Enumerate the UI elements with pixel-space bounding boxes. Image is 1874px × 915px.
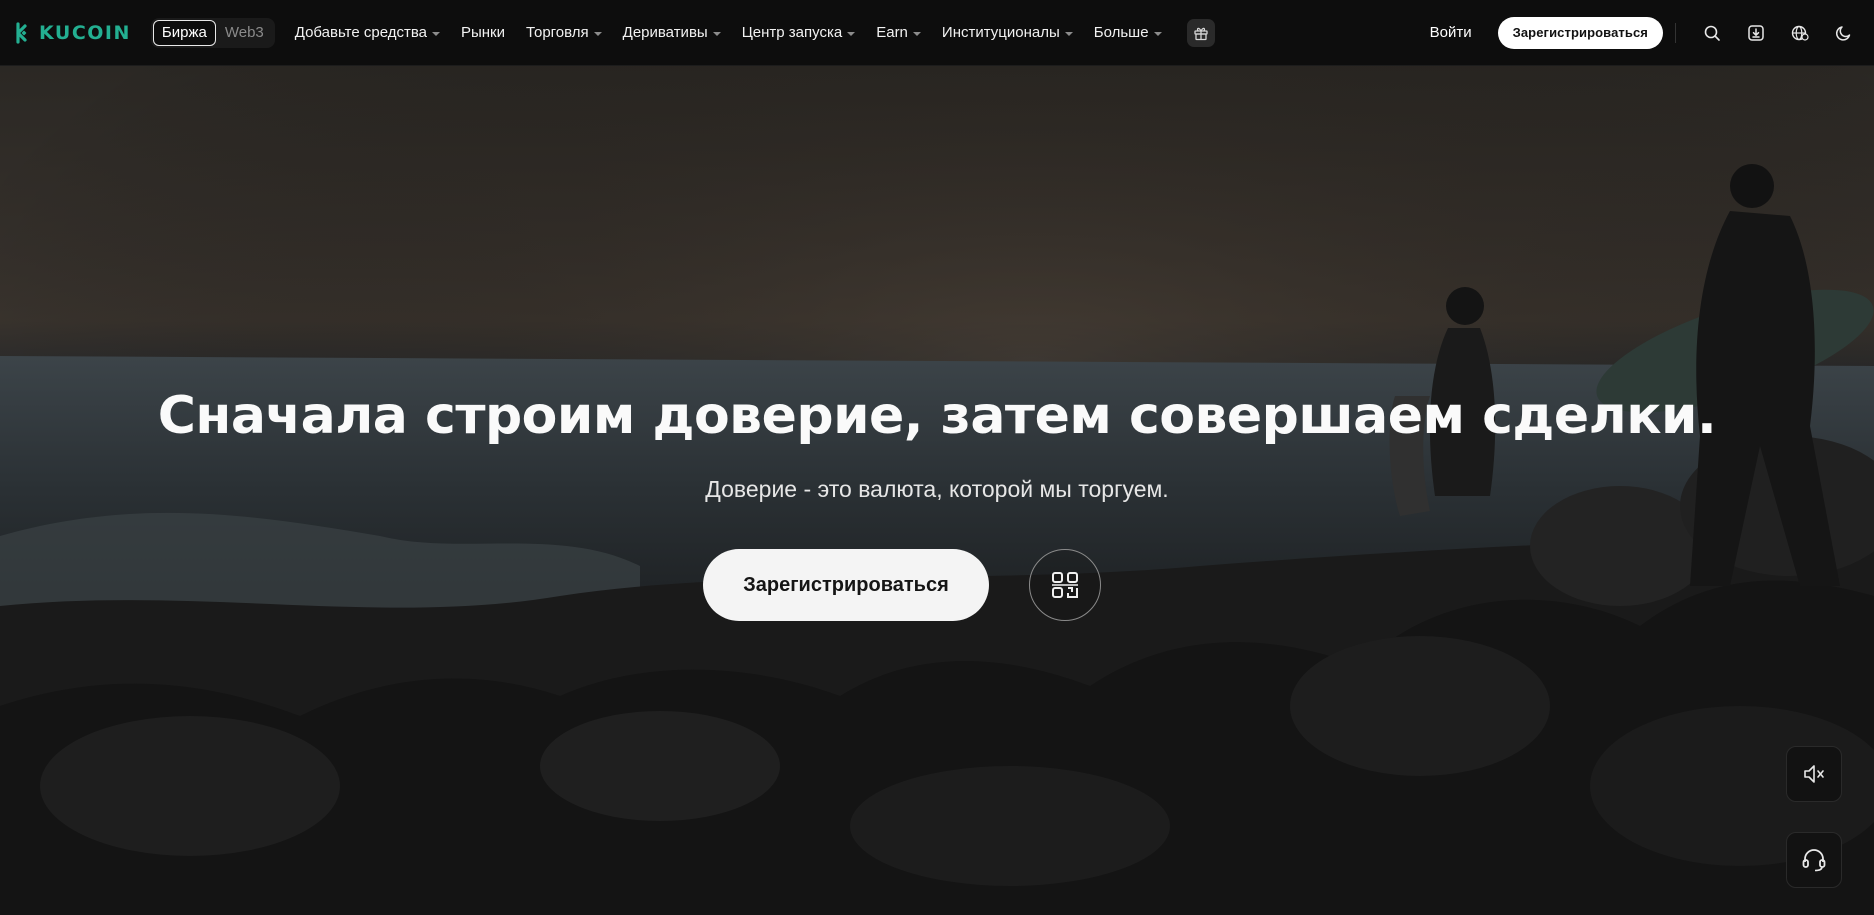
nav-institutional[interactable]: Институционалы (942, 24, 1073, 41)
chevron-down-icon (712, 31, 721, 36)
gift-icon (1193, 27, 1208, 40)
hero-register-button[interactable]: Зарегистрироваться (703, 549, 989, 621)
speaker-mute-icon (1804, 765, 1824, 783)
theme-moon-icon (1836, 25, 1851, 41)
hero-title: Сначала строим доверие, затем совершаем … (157, 386, 1717, 446)
product-switcher: Биржа Web3 (150, 17, 275, 48)
sound-toggle-button[interactable] (1786, 746, 1842, 802)
hero-section: Сначала строим доверие, затем совершаем … (0, 66, 1874, 915)
qr-code-icon (1052, 572, 1078, 598)
theme-toggle-button[interactable] (1830, 19, 1858, 47)
headset-icon (1802, 849, 1826, 872)
search-button[interactable] (1698, 19, 1726, 47)
chevron-down-icon (912, 31, 921, 36)
nav-institutional-label: Институционалы (941, 24, 1060, 41)
nav-derivatives[interactable]: Деривативы (623, 24, 721, 41)
chevron-down-icon (593, 31, 602, 36)
nav-add-funds-label: Добавьте средства (294, 24, 427, 41)
nav-launch-center-label: Центр запуска (741, 24, 843, 41)
chevron-down-icon (847, 31, 856, 36)
language-button[interactable] (1786, 19, 1814, 47)
nav-trade-label: Торговля (525, 24, 589, 41)
nav-markets-label: Рынки (460, 24, 505, 41)
kucoin-logo[interactable]: KUCOIN (10, 0, 131, 66)
nav-earn[interactable]: Earn (876, 24, 921, 41)
header-actions: Войти Зарегистрироваться (1430, 0, 1866, 66)
nav-more-label: Больше (1093, 24, 1149, 41)
search-icon (1704, 25, 1720, 41)
nav-markets[interactable]: Рынки (461, 24, 505, 41)
globe-icon (1791, 25, 1809, 41)
top-header: KUCOIN Биржа Web3 Добавьте средства Рынк… (0, 0, 1874, 66)
nav-trade[interactable]: Торговля (526, 24, 602, 41)
chevron-down-icon (1153, 31, 1162, 36)
chevron-down-icon (431, 31, 440, 36)
promo-gift-button[interactable] (1186, 18, 1215, 47)
download-button[interactable] (1742, 19, 1770, 47)
download-icon (1748, 24, 1764, 41)
nav-launch-center[interactable]: Центр запуска (742, 24, 856, 41)
chevron-down-icon (1064, 31, 1073, 36)
login-link[interactable]: Войти (1430, 24, 1472, 41)
nav-earn-label: Earn (876, 24, 908, 41)
hero-actions: Зарегистрироваться (0, 549, 1874, 621)
kucoin-logo-icon (16, 21, 27, 44)
switch-exchange[interactable]: Биржа (152, 19, 216, 46)
switch-web3[interactable]: Web3 (216, 20, 273, 46)
header-divider (1675, 22, 1676, 43)
nav-more[interactable]: Больше (1094, 24, 1162, 41)
support-chat-button[interactable] (1786, 832, 1842, 888)
nav-add-funds[interactable]: Добавьте средства (295, 24, 440, 41)
header-register-button[interactable]: Зарегистрироваться (1497, 16, 1663, 49)
hero-subtitle: Доверие - это валюта, которой мы торгуем… (705, 476, 1169, 502)
main-nav: Добавьте средства Рынки Торговля Дериват… (295, 0, 1215, 66)
logo-text: KUCOIN (39, 21, 131, 44)
qr-code-button[interactable] (1029, 549, 1101, 621)
nav-derivatives-label: Деривативы (622, 24, 708, 41)
